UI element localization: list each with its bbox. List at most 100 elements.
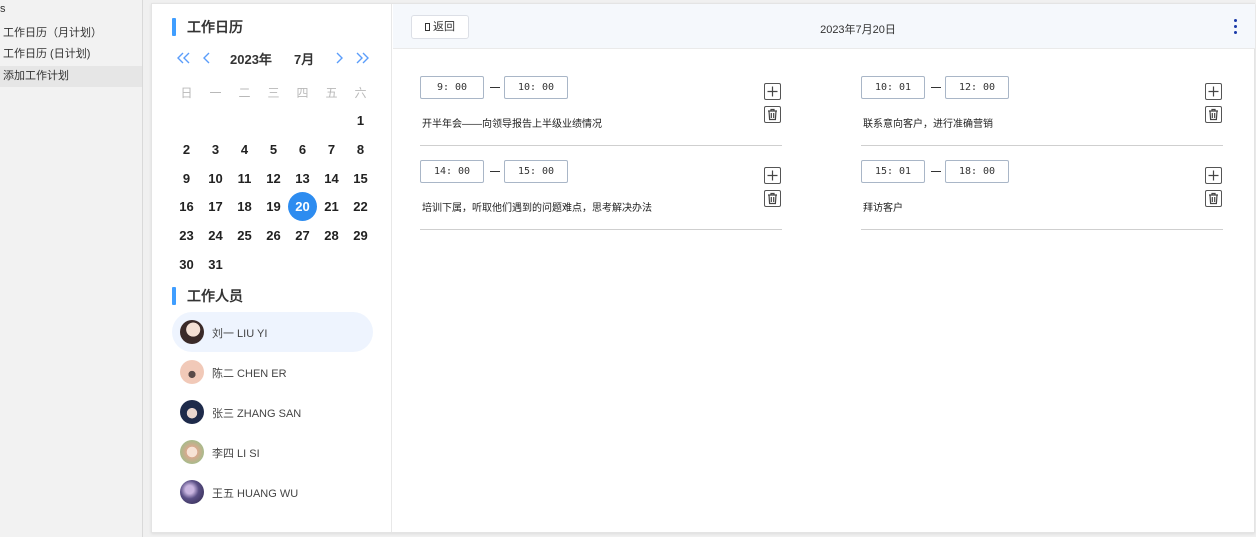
side-nav: s 工作日历（月计划） 工作日历 (日计划) 添加工作计划 [0, 0, 143, 537]
start-time-input[interactable]: 15: 01 [861, 160, 925, 183]
time-separator [931, 87, 941, 88]
calendar-day[interactable]: 19 [259, 192, 288, 221]
staff-name: 张三 ZHANG SAN [212, 408, 302, 420]
avatar [180, 360, 204, 384]
next-month-icon[interactable] [335, 50, 343, 70]
calendar-day[interactable]: 29 [346, 221, 375, 250]
calendar-day[interactable]: 5 [259, 135, 288, 164]
end-time-input[interactable]: 10: 00 [504, 76, 568, 99]
calendar-day[interactable]: 16 [172, 192, 201, 221]
calendar-day[interactable]: 17 [201, 192, 230, 221]
calendar-panel: 工作日历 2023年 7月 日 一 二 三 四 五 六 1 2 3 4 5 6 7 8 9 10 1… [152, 4, 392, 532]
schedule-entry: 10: 01 12: 00 联系意向客户，进行准确营销 [861, 76, 1223, 146]
end-time-input[interactable]: 15: 00 [504, 160, 568, 183]
main-card: 工作日历 2023年 7月 日 一 二 三 四 五 六 1 2 3 4 5 6 7 8 9 10 1… [151, 3, 1255, 533]
trash-icon [1209, 192, 1218, 205]
avatar [180, 440, 204, 464]
weekday-label: 日 [180, 86, 193, 100]
entry-description: 培训下属，听取他们遇到的问题难点，思考解决办法 [422, 203, 652, 214]
prev-year-icon[interactable] [177, 50, 191, 70]
add-button[interactable] [1205, 83, 1222, 100]
entry-description: 联系意向客户，进行准确营销 [863, 119, 993, 130]
time-separator [490, 171, 500, 172]
add-button[interactable] [764, 167, 781, 184]
end-time-input[interactable]: 18: 00 [945, 160, 1009, 183]
calendar-day[interactable]: 22 [346, 192, 375, 221]
staff-item[interactable]: 王五 HUANG WU [172, 472, 373, 512]
calendar-title: 工作日历 [187, 19, 243, 35]
schedule-date-title: 2023年7月20日 [820, 24, 896, 36]
schedule-entry: 9: 00 10: 00 开半年会——向领导报告上半级业绩情况 [420, 76, 782, 146]
more-menu-icon[interactable] [1231, 19, 1239, 37]
start-time-input[interactable]: 9: 00 [420, 76, 484, 99]
calendar-day[interactable]: 13 [288, 164, 317, 193]
calendar-day[interactable]: 11 [230, 164, 259, 193]
plus-icon [1208, 86, 1219, 97]
section-accent-bar [172, 287, 176, 305]
calendar-day[interactable]: 23 [172, 221, 201, 250]
calendar-day-selected[interactable]: 20 [288, 192, 317, 222]
trash-icon [768, 108, 777, 121]
calendar-section-title: 工作日历 [172, 18, 243, 36]
calendar-day[interactable]: 24 [201, 221, 230, 250]
avatar [180, 400, 204, 424]
calendar-day[interactable]: 3 [201, 135, 230, 164]
weekday-label: 一 [209, 86, 222, 100]
staff-name: 刘一 LIU YI [212, 328, 268, 340]
nav-item-add-plan[interactable]: 添加工作计划 [0, 66, 142, 87]
calendar-day[interactable]: 26 [259, 221, 288, 250]
calendar-day[interactable]: 30 [172, 250, 201, 279]
weekday-label: 六 [354, 86, 367, 100]
calendar-day[interactable]: 18 [230, 192, 259, 221]
add-button[interactable] [1205, 167, 1222, 184]
avatar [180, 480, 204, 504]
calendar-day[interactable]: 25 [230, 221, 259, 250]
calendar-day[interactable]: 1 [346, 106, 375, 135]
calendar-day[interactable]: 2 [172, 135, 201, 164]
schedule-entry: 14: 00 15: 00 培训下属，听取他们遇到的问题难点，思考解决办法 [420, 160, 782, 230]
calendar-day[interactable]: 7 [317, 135, 346, 164]
add-button[interactable] [764, 83, 781, 100]
entry-description: 开半年会——向领导报告上半级业绩情况 [422, 119, 602, 130]
delete-button[interactable] [1205, 190, 1222, 207]
calendar-day[interactable]: 4 [230, 135, 259, 164]
plus-icon [767, 86, 778, 97]
nav-item-month-plan[interactable]: 工作日历（月计划） [0, 23, 142, 44]
next-year-icon[interactable] [355, 50, 369, 70]
calendar-day[interactable]: 10 [201, 164, 230, 193]
start-time-input[interactable]: 14: 00 [420, 160, 484, 183]
calendar-day[interactable]: 27 [288, 221, 317, 250]
calendar-day[interactable]: 31 [201, 250, 230, 279]
calendar-day[interactable]: 28 [317, 221, 346, 250]
prev-month-icon[interactable] [203, 50, 211, 70]
calendar-day[interactable]: 8 [346, 135, 375, 164]
avatar [180, 320, 204, 344]
staff-item[interactable]: 张三 ZHANG SAN [172, 392, 373, 432]
calendar-day[interactable]: 21 [317, 192, 346, 221]
staff-name: 李四 LI SI [212, 448, 260, 460]
calendar-day[interactable]: 9 [172, 164, 201, 193]
delete-button[interactable] [1205, 106, 1222, 123]
end-time-input[interactable]: 12: 00 [945, 76, 1009, 99]
nav-item-day-plan[interactable]: 工作日历 (日计划) [0, 44, 142, 65]
schedule-panel: 返回 2023年7月20日 9: 00 10: 00 开半年会——向领导报告上半… [393, 4, 1255, 532]
staff-item[interactable]: 陈二 CHEN ER [172, 352, 373, 392]
calendar-year: 2023年 [230, 52, 272, 67]
nav-header: s [0, 3, 6, 15]
calendar-day[interactable]: 12 [259, 164, 288, 193]
entry-description: 拜访客户 [863, 203, 903, 214]
plus-icon [1208, 170, 1219, 181]
trash-icon [1209, 108, 1218, 121]
start-time-input[interactable]: 10: 01 [861, 76, 925, 99]
schedule-entry: 15: 01 18: 00 拜访客户 [861, 160, 1223, 230]
calendar-day[interactable]: 14 [317, 164, 346, 193]
staff-item[interactable]: 李四 LI SI [172, 432, 373, 472]
delete-button[interactable] [764, 106, 781, 123]
calendar-day[interactable]: 15 [346, 164, 375, 193]
delete-button[interactable] [764, 190, 781, 207]
time-separator [490, 87, 500, 88]
time-separator [931, 171, 941, 172]
staff-item[interactable]: 刘一 LIU YI [172, 312, 373, 352]
schedule-topbar: 返回 2023年7月20日 [393, 4, 1255, 49]
calendar-day[interactable]: 6 [288, 135, 317, 164]
